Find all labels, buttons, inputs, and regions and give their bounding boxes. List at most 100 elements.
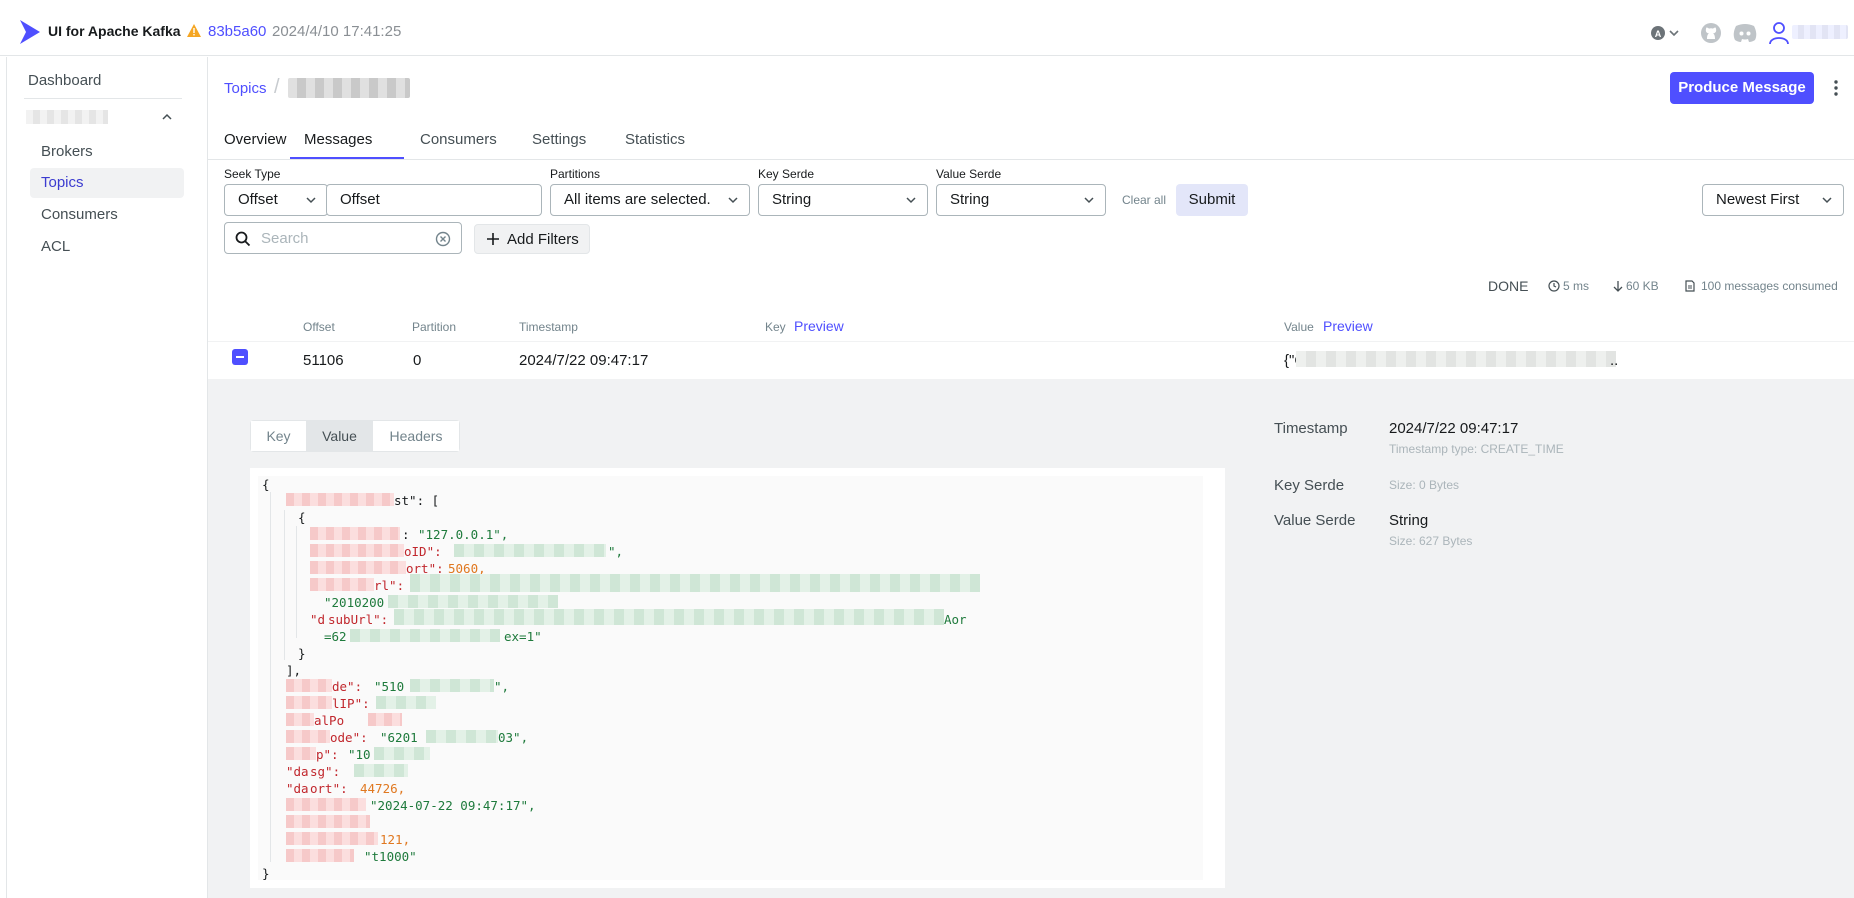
row-timestamp: 2024/7/22 09:47:17	[519, 352, 649, 369]
json-line: }	[262, 866, 270, 881]
redacted-key	[286, 798, 366, 811]
json-string: "127.0.0.1",	[418, 527, 509, 542]
sort-order-select[interactable]: Newest First	[1702, 184, 1844, 216]
collapse-row-button[interactable]	[232, 349, 248, 365]
value-serde-detail: String	[1389, 512, 1429, 529]
more-options-icon[interactable]	[1832, 78, 1840, 98]
column-value: Value	[1284, 320, 1314, 334]
redacted-key	[286, 493, 394, 506]
breadcrumb-separator: /	[274, 76, 280, 98]
key-serde-detail-label: Key Serde	[1274, 477, 1345, 494]
indent-guide	[296, 526, 297, 638]
json-key: ort":	[310, 781, 356, 796]
tab-overview[interactable]: Overview	[224, 131, 287, 148]
redacted-value	[376, 696, 436, 709]
json-string: "2024-07-22 09:47:17",	[370, 798, 536, 813]
segment-headers[interactable]: Headers	[373, 421, 459, 451]
search-input[interactable]: Search	[224, 222, 462, 254]
redacted-value	[350, 629, 500, 642]
row-partition: 0	[413, 352, 422, 369]
sidebar-item-topics[interactable]: Topics	[30, 168, 184, 198]
json-string: "2010200	[324, 595, 385, 610]
value-size: Size: 627 Bytes	[1389, 534, 1473, 548]
json-string: Aor	[944, 612, 967, 627]
json-string: 03",	[498, 730, 529, 745]
timestamp-type: Timestamp type: CREATE_TIME	[1389, 442, 1564, 456]
partitions-label: Partitions	[550, 167, 601, 181]
add-filters-button[interactable]: Add Filters	[474, 224, 590, 254]
json-line: }	[298, 646, 306, 661]
user-icon[interactable]	[1768, 21, 1790, 45]
value-serde-value: String	[950, 191, 990, 208]
bytes-consumed: 60 KB	[1626, 279, 1659, 293]
key-preview-button[interactable]: Preview	[794, 318, 844, 334]
json-number: 121,	[380, 832, 411, 847]
json-string: ex=1"	[504, 629, 542, 644]
segment-value[interactable]: Value	[307, 421, 373, 451]
redacted-value	[388, 595, 558, 608]
json-key: subUrl":	[328, 612, 396, 627]
json-key: p":	[316, 747, 347, 762]
top-navbar: UI for Apache Kafka 83b5a60 2024/4/10 17…	[0, 6, 1854, 56]
value-preview-button[interactable]: Preview	[1323, 318, 1373, 334]
add-filters-label: Add Filters	[507, 231, 579, 248]
kafka-ui-logo-icon[interactable]	[18, 18, 42, 46]
seek-type-select[interactable]: Offset	[224, 184, 328, 216]
column-key: Key	[765, 320, 786, 334]
submit-button[interactable]: Submit	[1176, 184, 1248, 216]
theme-toggle[interactable]: A	[1650, 24, 1686, 42]
offset-input[interactable]: Offset	[326, 184, 542, 216]
commit-link[interactable]: 83b5a60	[208, 23, 266, 40]
discord-icon[interactable]	[1732, 22, 1758, 44]
tab-consumers[interactable]: Consumers	[420, 131, 497, 148]
tab-statistics[interactable]: Statistics	[625, 131, 685, 148]
timestamp-label: Timestamp	[1274, 420, 1348, 437]
json-string: "10	[348, 747, 371, 762]
indent-guide	[284, 510, 285, 660]
github-icon[interactable]	[1700, 22, 1722, 44]
json-colon: :	[402, 527, 418, 542]
clear-all-button[interactable]: Clear all	[1122, 193, 1166, 207]
sidebar-item-brokers[interactable]: Brokers	[30, 137, 184, 167]
warning-icon	[187, 24, 201, 37]
produce-message-button[interactable]: Produce Message	[1670, 72, 1814, 104]
json-key: oID":	[404, 544, 450, 559]
search-icon	[235, 231, 251, 247]
partitions-value: All items are selected.	[564, 191, 711, 208]
sidebar-item-consumers[interactable]: Consumers	[30, 200, 184, 230]
json-key: de":	[332, 679, 370, 694]
user-name-redacted[interactable]	[1792, 25, 1848, 39]
key-serde-value: String	[772, 191, 812, 208]
json-number: 44726,	[360, 781, 406, 796]
seek-type-value: Offset	[238, 191, 278, 208]
breadcrumb-topics-link[interactable]: Topics	[224, 80, 267, 97]
segment-key[interactable]: Key	[251, 421, 307, 451]
build-date: 2024/4/10 17:41:25	[272, 23, 402, 40]
redacted-key	[286, 696, 332, 709]
plus-icon	[487, 233, 499, 245]
partitions-select[interactable]: All items are selected.	[550, 184, 750, 216]
json-viewer: { st": [ { : "127.0.0.1", oID": ", ort":…	[250, 468, 1225, 888]
topic-name-redacted	[288, 78, 410, 98]
redacted-key	[286, 713, 314, 726]
chevron-down-icon	[1084, 197, 1094, 204]
tab-messages[interactable]: Messages	[304, 131, 372, 148]
redacted-value	[394, 609, 944, 625]
app-title[interactable]: UI for Apache Kafka	[48, 23, 181, 39]
key-serde-select[interactable]: String	[758, 184, 928, 216]
redacted-key	[310, 578, 374, 591]
chevron-up-icon[interactable]	[160, 110, 174, 124]
clear-search-icon[interactable]	[435, 231, 451, 247]
sidebar-item-dashboard[interactable]: Dashboard	[28, 72, 101, 89]
cluster-name-redacted[interactable]	[26, 110, 108, 124]
json-line: {	[262, 477, 270, 492]
value-serde-select[interactable]: String	[936, 184, 1106, 216]
redacted-key	[286, 815, 370, 828]
tab-settings[interactable]: Settings	[532, 131, 586, 148]
key-serde-label: Key Serde	[758, 167, 815, 181]
json-key: ode":	[330, 730, 376, 745]
redacted-key	[310, 561, 406, 574]
search-placeholder: Search	[261, 230, 309, 247]
json-key: "da	[286, 781, 309, 796]
sidebar-item-acl[interactable]: ACL	[30, 232, 184, 262]
